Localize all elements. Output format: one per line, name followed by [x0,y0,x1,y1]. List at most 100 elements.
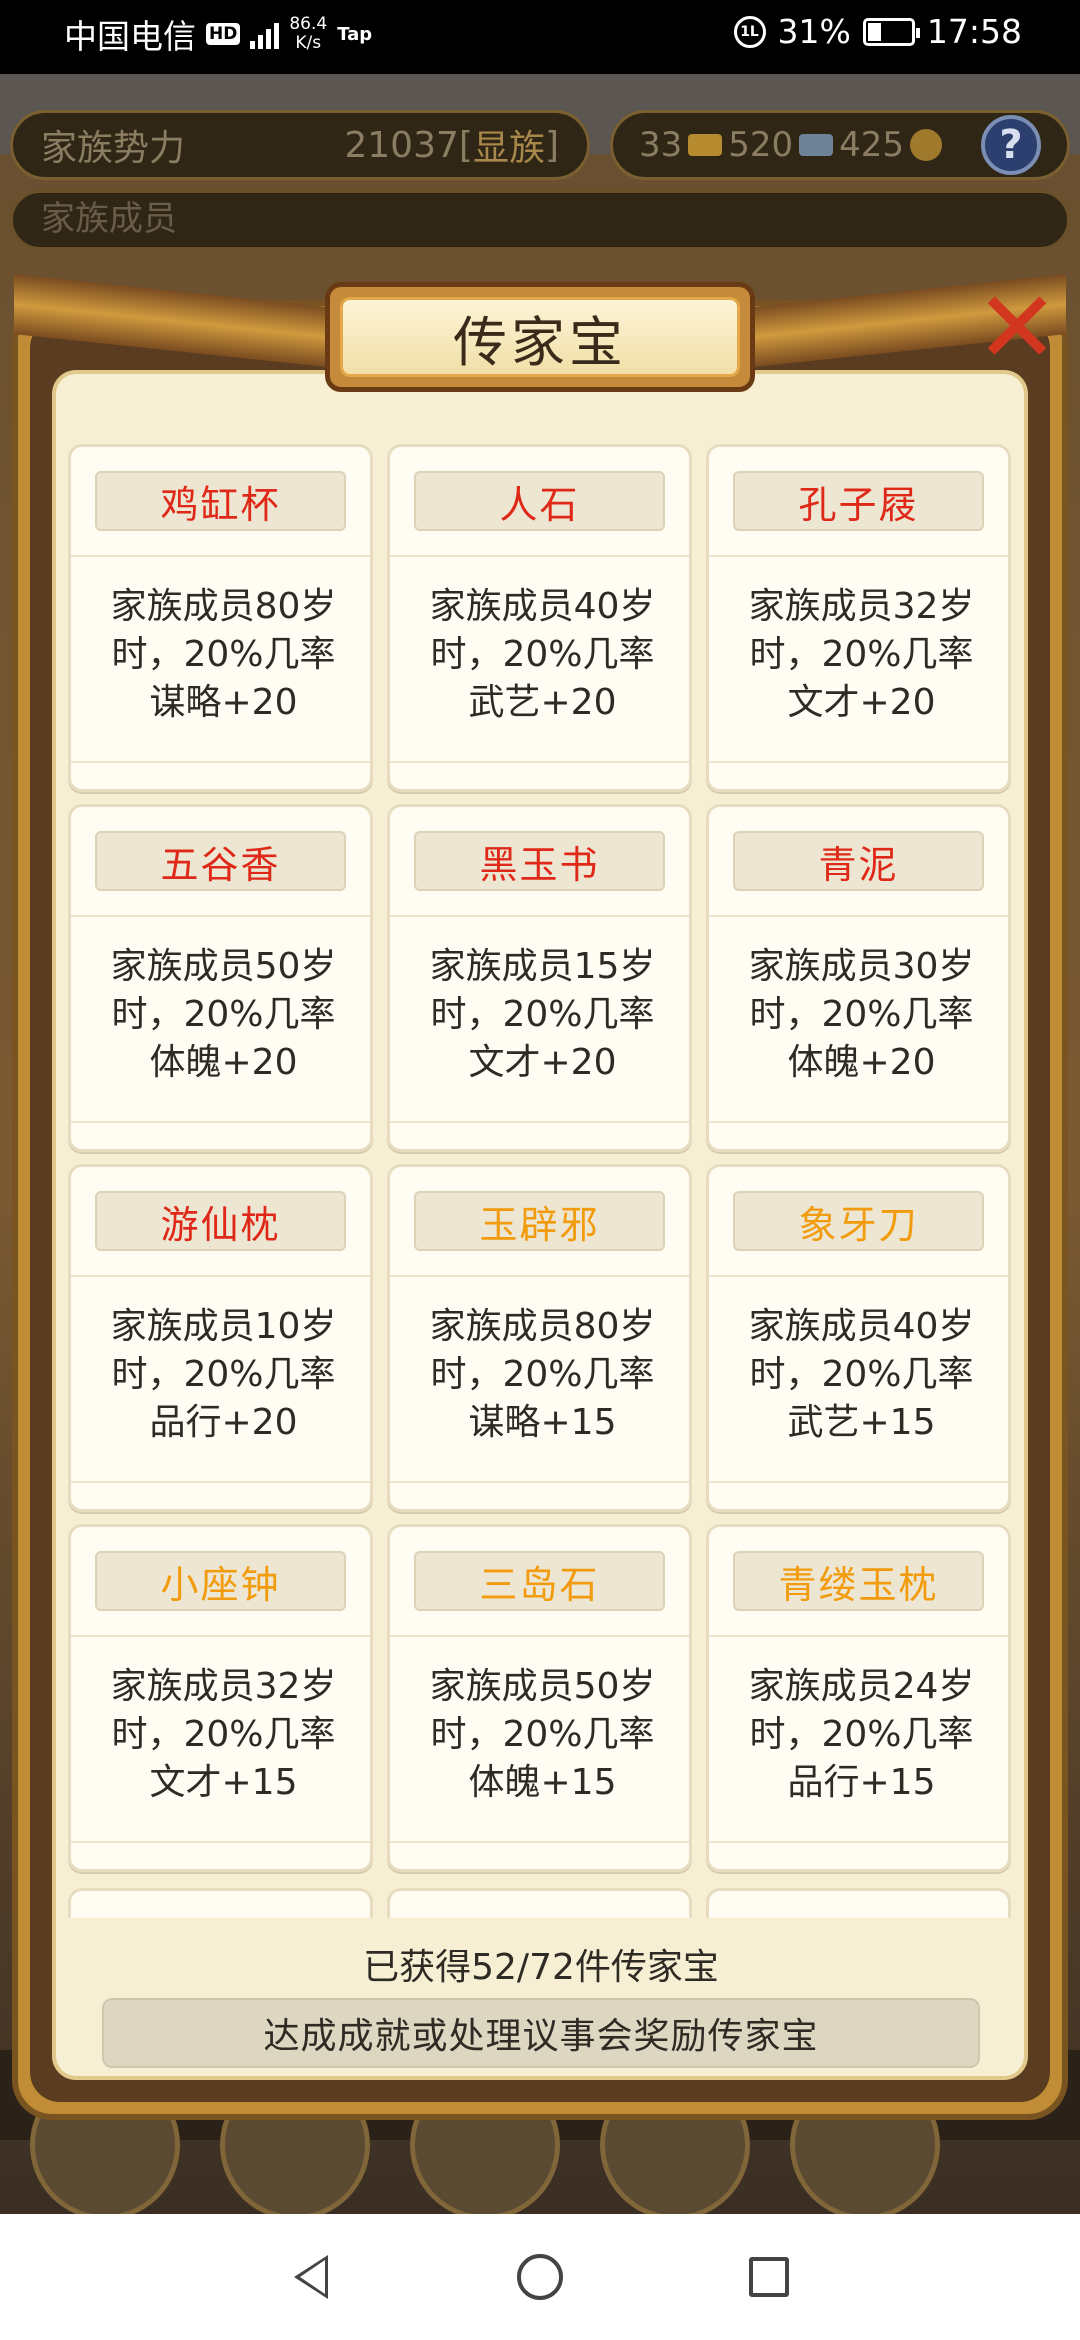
description-line: 时，20%几率 [430,1354,655,1395]
recents-icon [749,2257,789,2297]
description-line: 家族成员50岁 [110,946,337,987]
description-line: 时，20%几率 [749,1714,974,1755]
description-line: 武艺+20 [468,682,617,723]
description-line: 时，20%几率 [430,634,655,675]
heirloom-card[interactable]: 黑玉书 家族成员15岁 时，20%几率 文才+20 [387,804,692,1152]
heirloom-description: 家族成员15岁 时，20%几率 文才+20 [400,943,685,1087]
heirloom-card[interactable]: 三岛石 家族成员50岁 时，20%几率 体魄+15 [387,1524,692,1872]
battery-percent: 31% [777,12,851,51]
nav-recents-button[interactable] [734,2242,804,2312]
back-icon [294,2255,328,2299]
card-divider [390,555,689,557]
card-divider [709,761,1008,763]
system-nav-bar [0,2214,1080,2340]
heirloom-card[interactable]: 青缕玉枕家族成员24岁 时，20%几率 品行+15 [706,1524,1011,1872]
net-speed-unit: K/s [295,33,322,53]
description-line: 文才+15 [149,1762,298,1803]
heirloom-name: 象牙刀 [733,1191,984,1251]
heirloom-description: 家族成员80岁 时，20%几率 谋略+20 [81,583,366,727]
heirloom-card[interactable]: 小座钟 家族成员32岁 时，20%几率 文才+15 [68,1524,373,1872]
description-line: 品行+15 [787,1762,936,1803]
description-line: 体魄+15 [468,1762,617,1803]
card-divider [390,1275,689,1277]
description-line: 时，20%几率 [749,634,974,675]
modal-title-plate: 传家宝 [325,282,755,392]
description-line: 家族成员40岁 [748,1306,975,1347]
card-divider [390,761,689,763]
card-divider [709,1635,1008,1637]
card-divider [71,761,370,763]
description-line: 家族成员32岁 [110,1666,337,1707]
faction-value: 21037 [344,124,459,166]
heirloom-name: 游仙枕 [95,1191,346,1251]
heirloom-name: 小座钟 [95,1551,346,1611]
tap-label: Tap [337,23,373,45]
heirloom-card[interactable]: 象牙刀 家族成员40岁 时，20%几率 武艺+15 [706,1164,1011,1512]
reward-tip: 达成成就或处理议事会奖励传家宝 [102,1998,980,2068]
heirloom-card[interactable]: 五谷香家族成员50岁 时，20%几率 体魄+20 [68,804,373,1152]
description-line: 体魄+20 [787,1042,936,1083]
description-line: 时，20%几率 [111,1354,336,1395]
card-divider [71,915,370,917]
heirloom-description: 家族成员80岁 时，20%几率 谋略+15 [400,1303,685,1447]
signal-icon [250,19,280,49]
heirloom-card-partial[interactable] [706,1888,1011,1918]
card-divider [709,1481,1008,1483]
description-line: 家族成员32岁 [748,586,975,627]
card-divider [709,1841,1008,1843]
faction-power-bar: 家族势力 21037 [显族] [10,110,590,180]
nav-back-button[interactable] [276,2242,346,2312]
carrier-name: 中国电信 [64,17,196,56]
description-line: 品行+20 [149,1402,298,1443]
heirloom-grid[interactable]: 鸡缸杯 家族成员80岁 时，20%几率 谋略+20 人石 家族成员40岁 时，20%几率 武艺… [68,444,1014,1919]
coin-count: 425 [839,125,905,165]
card-divider [390,1121,689,1123]
card-divider [390,1481,689,1483]
description-line: 时，20%几率 [111,994,336,1035]
description-line: 谋略+15 [468,1402,617,1443]
heirloom-card[interactable]: 玉辟邪 家族成员80岁 时，20%几率 谋略+15 [387,1164,692,1512]
heirloom-card-partial[interactable] [68,1888,373,1918]
faction-tag-open: [ [458,124,473,166]
heirloom-card[interactable]: 鸡缸杯 家族成员80岁 时，20%几率 谋略+20 [68,444,373,792]
heirloom-card[interactable]: 人石 家族成员40岁 时，20%几率 武艺+20 [387,444,692,792]
description-line: 家族成员40岁 [429,586,656,627]
heirloom-card-partial[interactable] [387,1888,692,1918]
card-divider [71,1841,370,1843]
card-divider [709,1121,1008,1123]
data-saver-icon: 1L [733,15,766,48]
silver-count: 520 [728,125,794,165]
heirloom-card[interactable]: 游仙枕家族成员10岁 时，20%几率 品行+20 [68,1164,373,1512]
help-button[interactable]: ? [981,115,1041,175]
description-line: 家族成员30岁 [748,946,975,987]
description-line: 时，20%几率 [111,634,336,675]
status-right: 1L 31% 17:58 [733,12,1022,51]
heirloom-name: 青缕玉枕 [733,1551,984,1611]
description-line: 时，20%几率 [430,1714,655,1755]
status-bar: 中国电信 HD 86.4 K/s Tap 1L 31% 17:58 [0,0,1080,74]
card-divider [71,1635,370,1637]
description-line: 文才+20 [468,1042,617,1083]
nav-home-button[interactable] [505,2242,575,2312]
heirloom-description: 家族成员32岁 时，20%几率 文才+20 [719,583,1004,727]
card-divider [709,1275,1008,1277]
card-divider [71,1275,370,1277]
hd-icon: HD [206,23,241,45]
members-bar: 家族成员 [10,190,1070,250]
description-line: 家族成员24岁 [748,1666,975,1707]
heirloom-description: 家族成员10岁 时，20%几率 品行+20 [81,1303,366,1447]
gold-count: 33 [639,125,683,165]
card-divider [709,555,1008,557]
faction-label: 家族势力 [41,128,186,169]
gold-ingot-icon [688,134,723,156]
card-divider [709,915,1008,917]
heirloom-card[interactable]: 青泥 家族成员30岁 时，20%几率 体魄+20 [706,804,1011,1152]
home-icon [517,2254,563,2300]
description-line: 时，20%几率 [749,994,974,1035]
card-divider [390,1841,689,1843]
description-line: 体魄+20 [149,1042,298,1083]
faction-tag-close: ] [544,124,559,166]
close-button[interactable]: ✕ [958,268,1076,386]
heirloom-name: 五谷香 [95,831,346,891]
heirloom-card[interactable]: 孔子屐 家族成员32岁 时，20%几率 文才+20 [706,444,1011,792]
